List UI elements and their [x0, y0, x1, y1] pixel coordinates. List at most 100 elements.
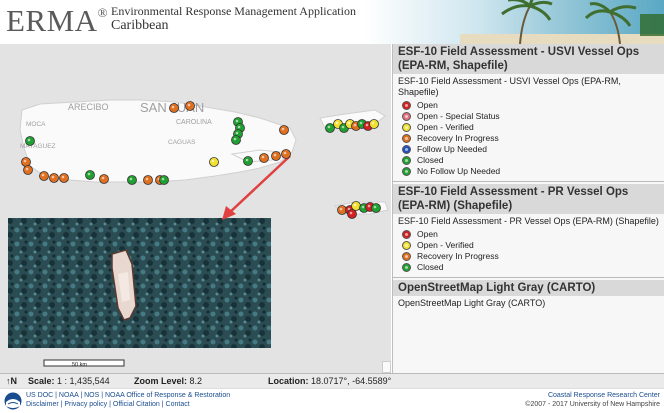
- layer-group-pr: ESF-10 Field Assessment - PR Vessel Ops …: [393, 184, 664, 273]
- layer-group-usvi: ESF-10 Field Assessment - USVI Vessel Op…: [393, 44, 664, 177]
- map-canvas[interactable]: 50 km ARECIBO SAN JUAN CAROLINA MOCA MAY…: [0, 44, 391, 373]
- vessel-marker-recovery[interactable]: [23, 165, 33, 175]
- legend-label: Closed: [417, 155, 444, 165]
- vessel-marker-recovery[interactable]: [143, 175, 153, 185]
- vessel-marker-verified[interactable]: [209, 157, 219, 167]
- footer-agency-links[interactable]: US DOC | NOAA | NOS | NOAA Office of Res…: [26, 392, 230, 399]
- vessel-marker-recovery[interactable]: [185, 101, 195, 111]
- zoom-label: Zoom Level:: [134, 376, 188, 386]
- legend-label: Open - Verified: [417, 122, 474, 132]
- legend-item: Follow Up Needed: [402, 144, 664, 155]
- vessel-marker-highlight: [211, 159, 215, 163]
- vessel-marker-closed[interactable]: [25, 136, 35, 146]
- legend-item: Open: [402, 229, 664, 240]
- legend-swatch-icon: [402, 112, 411, 121]
- erma-logo[interactable]: ERMA®: [6, 3, 108, 39]
- label-carolina: CAROLINA: [176, 119, 212, 126]
- divider: [393, 277, 664, 278]
- vessel-marker-highlight: [41, 173, 45, 177]
- vessel-marker-closed[interactable]: [127, 175, 137, 185]
- legend-usvi: Open Open - Special Status Open - Verified…: [393, 100, 664, 177]
- vessel-marker-highlight: [339, 207, 343, 211]
- vessel-marker-recovery[interactable]: [279, 125, 289, 135]
- layers-panel: ESF-10 Field Assessment - USVI Vessel Op…: [392, 44, 664, 373]
- vessel-marker-highlight: [25, 167, 29, 171]
- vessel-marker-recovery[interactable]: [99, 174, 109, 184]
- vessel-marker-closed[interactable]: [371, 203, 381, 213]
- scale-value: 1 : 1,435,544: [57, 376, 110, 386]
- legend-item: Open: [402, 100, 664, 111]
- app-footer: US DOC | NOAA | NOS | NOAA Office of Res…: [0, 388, 664, 413]
- legend-item: Open - Verified: [402, 122, 664, 133]
- legend-item: Recovery In Progress: [402, 251, 664, 262]
- legend-item: Recovery In Progress: [402, 133, 664, 144]
- legend-swatch-icon: [402, 134, 411, 143]
- legend-label: Follow Up Needed: [417, 144, 487, 154]
- vessel-marker-closed[interactable]: [325, 123, 335, 133]
- legend-pr: Open Open - Verified Recovery In Progress C…: [393, 229, 664, 273]
- legend-swatch-icon: [402, 252, 411, 261]
- vessel-marker-highlight: [87, 172, 91, 176]
- location-value: 18.0717°, -64.5589°: [311, 376, 392, 386]
- vessel-marker-highlight: [145, 177, 149, 181]
- vessel-marker-highlight: [233, 137, 237, 141]
- vessel-marker-highlight: [283, 151, 287, 155]
- layer-title-usvi[interactable]: ESF-10 Field Assessment - USVI Vessel Op…: [393, 44, 664, 74]
- legend-swatch-icon: [402, 241, 411, 250]
- legend-swatch-icon: [402, 145, 411, 154]
- label-arecibo: ARECIBO: [68, 102, 109, 112]
- vessel-marker-recovery[interactable]: [21, 157, 31, 167]
- label-caguas: CAGUAS: [168, 139, 196, 146]
- beach-banner-image: [460, 0, 664, 44]
- vessel-marker-highlight: [281, 127, 285, 131]
- vessel-marker-highlight: [187, 103, 191, 107]
- footer-crrc-link[interactable]: Coastal Response Research Center: [548, 392, 660, 399]
- vessel-marker-recovery[interactable]: [259, 153, 269, 163]
- legend-label: Closed: [417, 262, 444, 272]
- legend-item: No Follow Up Needed: [402, 166, 664, 177]
- footer-copyright: ©2007 - 2017 University of New Hampshire: [525, 401, 660, 408]
- vessel-marker-recovery[interactable]: [169, 103, 179, 113]
- legend-swatch-icon: [402, 263, 411, 272]
- vessel-marker-highlight: [235, 131, 239, 135]
- vessel-marker-open[interactable]: [347, 209, 357, 219]
- divider: [393, 181, 664, 182]
- vessel-marker-highlight: [161, 177, 165, 181]
- vessel-marker-highlight: [129, 177, 133, 181]
- vessel-marker-highlight: [335, 121, 339, 125]
- vessel-marker-highlight: [327, 125, 331, 129]
- vessel-marker-closed[interactable]: [231, 135, 241, 145]
- vessel-marker-recovery[interactable]: [59, 173, 69, 183]
- noaa-logo-icon[interactable]: [4, 392, 22, 410]
- vessel-marker-highlight: [367, 204, 371, 208]
- vessel-marker-recovery[interactable]: [39, 171, 49, 181]
- status-bar: ↑N Scale: 1 : 1,435,544 Zoom Level: 8.2 …: [0, 373, 664, 388]
- app-header: ERMA® Environmental Response Management …: [0, 0, 664, 44]
- location-label: Location:: [268, 376, 309, 386]
- footer-policy-links[interactable]: Disclaimer | Privacy policy | Official C…: [26, 401, 190, 408]
- layer-title-basemap[interactable]: OpenStreetMap Light Gray (CARTO): [393, 280, 664, 296]
- vessel-marker-highlight: [23, 159, 27, 163]
- label-mayaguez: MAYAGUEZ: [20, 143, 56, 150]
- vessel-marker-recovery[interactable]: [281, 149, 291, 159]
- legend-label: Recovery In Progress: [417, 133, 499, 143]
- vessel-marker-highlight: [237, 125, 241, 129]
- app-subtitle: Caribbean: [111, 18, 169, 33]
- vessel-marker-verified[interactable]: [351, 201, 361, 211]
- vessel-marker-recovery[interactable]: [271, 151, 281, 161]
- vessel-marker-closed[interactable]: [243, 156, 253, 166]
- vessel-marker-recovery[interactable]: [49, 173, 59, 183]
- satellite-inset[interactable]: [8, 218, 271, 348]
- layer-title-pr[interactable]: ESF-10 Field Assessment - PR Vessel Ops …: [393, 184, 664, 214]
- legend-swatch-icon: [402, 123, 411, 132]
- legend-swatch-icon: [402, 230, 411, 239]
- legend-label: Recovery In Progress: [417, 251, 499, 261]
- vessel-marker-verified[interactable]: [369, 119, 379, 129]
- vessel-marker-closed[interactable]: [85, 170, 95, 180]
- vessel-marker-highlight: [365, 123, 369, 127]
- vessel-marker-highlight: [27, 138, 31, 142]
- map-scroll-handle[interactable]: [382, 361, 391, 373]
- vessel-marker-closed[interactable]: [159, 175, 169, 185]
- map-view[interactable]: 50 km ARECIBO SAN JUAN CAROLINA MOCA MAY…: [0, 44, 391, 373]
- legend-label: Open - Special Status: [417, 111, 500, 121]
